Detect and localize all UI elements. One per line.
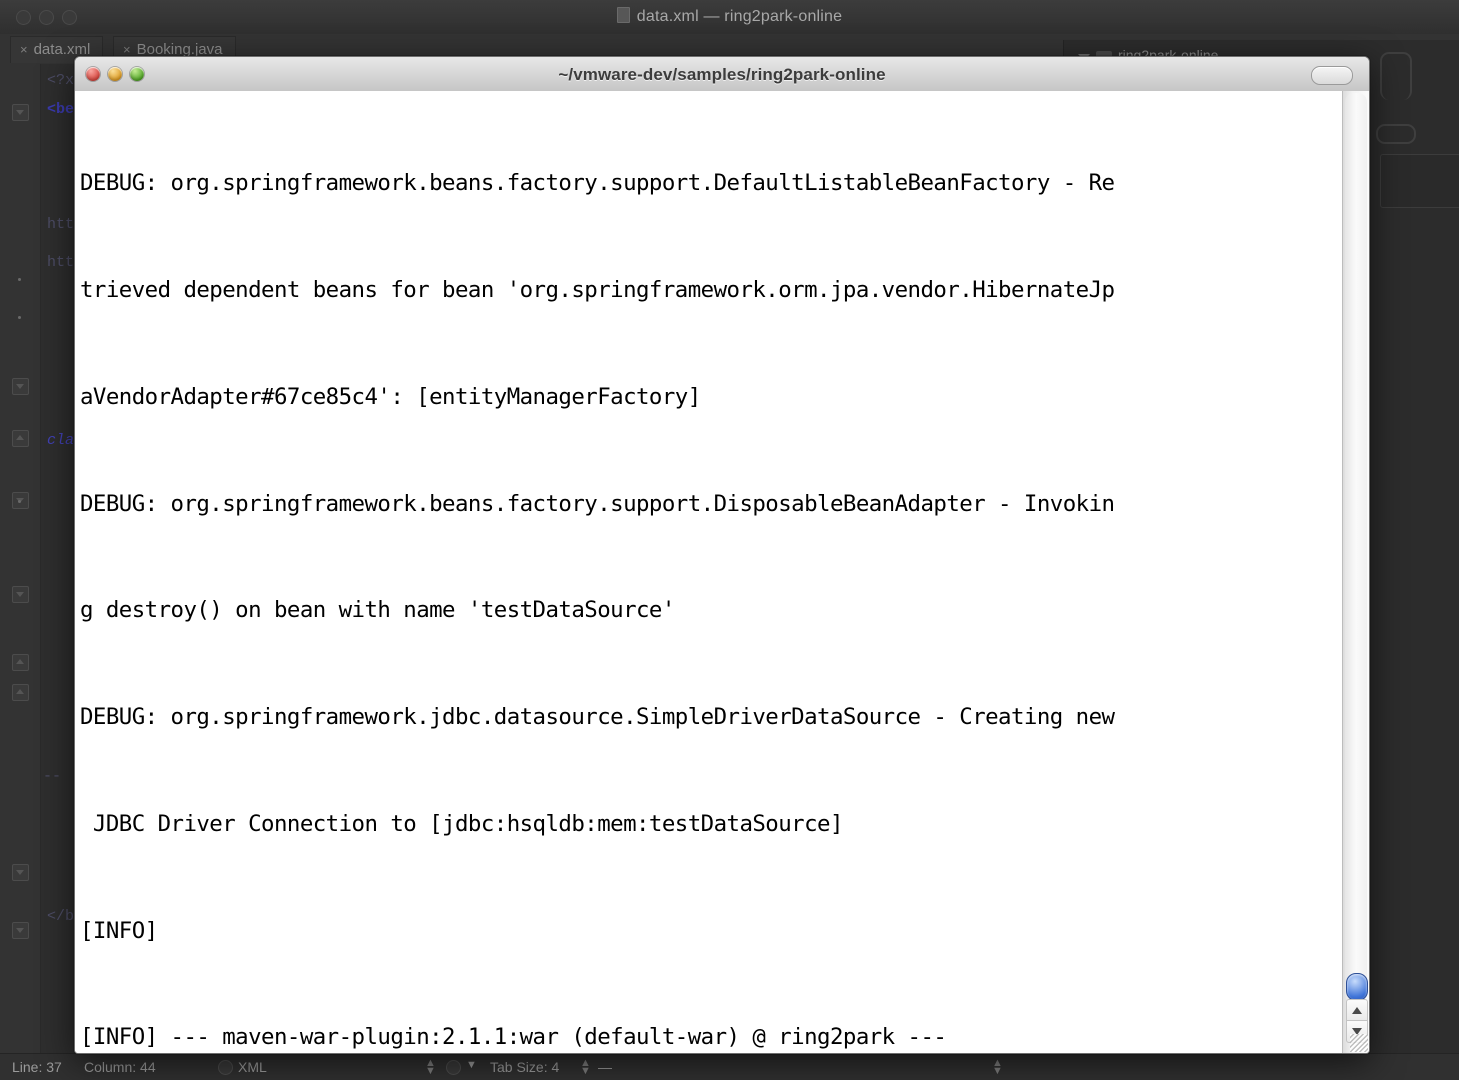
column-indicator: Column: 44 [84,1059,156,1075]
terminal-line: DEBUG: org.springframework.beans.factory… [80,490,1115,517]
syntax-mode-value[interactable]: XML [238,1059,267,1075]
soft-wrap-indicator[interactable]: — [598,1059,612,1075]
syntax-mode-icon [218,1060,233,1075]
gutter-dot-icon [18,278,21,281]
editor-gutter[interactable] [0,64,41,1054]
terminal-line: DEBUG: org.springframework.jdbc.datasour… [80,704,1115,731]
terminal-line: [INFO] --- maven-war-plugin:2.1.1:war (d… [80,1024,947,1051]
panel-pill-shape [1376,124,1416,144]
code-line: </b [47,908,75,925]
scrollbar-track[interactable] [1345,93,1367,1003]
terminal-body[interactable]: DEBUG: org.springframework.beans.factory… [75,91,1369,1053]
terminal-output[interactable]: DEBUG: org.springframework.beans.factory… [80,91,1338,1053]
fold-arrow-icon[interactable] [12,104,29,121]
tab-size-label: Tab Size: [490,1059,548,1075]
terminal-titlebar[interactable]: ~/vmware-dev/samples/ring2park-online [75,57,1369,92]
editor-status-bar: Line: 37 Column: 44 XML ▲ ▼ ▼ Tab Size: 4… [0,1053,1459,1080]
code-line: <be [47,101,75,118]
code-line: <?x [47,72,75,89]
gutter-dot-icon [18,500,21,503]
fold-arrow-icon[interactable] [12,430,29,447]
code-line: htt [47,216,75,233]
scroll-up-arrow[interactable] [1346,999,1368,1022]
code-line: -- [43,768,62,785]
tab-size-stepper-icon[interactable]: ▲ ▼ [580,1058,591,1077]
code-line: cla [47,432,75,449]
fold-arrow-icon[interactable] [12,864,29,881]
terminal-line: g destroy() on bean with name 'testDataS… [80,597,675,624]
background-window-title: data.xml — ring2park-online [0,7,1459,26]
background-titlebar: data.xml — ring2park-online [0,0,1459,35]
panel-tab-shape [1380,52,1412,100]
terminal-line: aVendorAdapter#67ce85c4': [entityManager… [80,383,701,410]
panel-box-shape [1380,154,1459,208]
background-window-title-text: data.xml — ring2park-online [636,8,843,25]
close-icon[interactable]: × [123,42,131,57]
fold-arrow-icon[interactable] [12,654,29,671]
close-icon[interactable]: × [20,42,28,57]
fold-arrow-icon[interactable] [12,922,29,939]
terminal-line: trieved dependent beans for bean 'org.sp… [80,276,1115,303]
tab-size-indicator: Tab Size: 4 [490,1059,559,1075]
resize-grip-icon[interactable] [1350,1034,1368,1052]
terminal-line: JDBC Driver Connection to [jdbc:hsqldb:m… [80,810,844,837]
column-label: Column: [84,1059,137,1075]
fold-arrow-icon[interactable] [12,684,29,701]
terminal-scrollbar[interactable] [1342,91,1369,1053]
extra-stepper-icon[interactable]: ▲ ▼ [992,1058,1003,1077]
scroll-thumb[interactable] [1346,973,1368,1001]
tab-size-value: 4 [551,1059,560,1075]
screen: data.xml — ring2park-online × data.xml × B… [0,0,1459,1080]
terminal-title: ~/vmware-dev/samples/ring2park-online [558,65,886,84]
column-value: 44 [140,1059,156,1075]
line-value: 37 [46,1059,62,1075]
terminal-line: [INFO] [80,917,158,944]
terminal-line: DEBUG: org.springframework.beans.factory… [80,170,1115,197]
toolbar-toggle-button[interactable] [1311,66,1353,85]
terminal-window[interactable]: ~/vmware-dev/samples/ring2park-online DE… [74,56,1370,1054]
fold-arrow-icon[interactable] [12,586,29,603]
chevron-down-icon[interactable]: ▼ [466,1059,477,1071]
gutter-dot-icon [18,316,21,319]
line-label: Line: [12,1059,43,1075]
line-indicator: Line: 37 [12,1059,62,1075]
code-line: htt [47,254,75,271]
fold-arrow-icon[interactable] [12,378,29,395]
encoding-icon[interactable] [446,1060,461,1075]
document-icon [616,7,630,23]
syntax-mode-stepper-icon[interactable]: ▲ ▼ [425,1058,436,1077]
